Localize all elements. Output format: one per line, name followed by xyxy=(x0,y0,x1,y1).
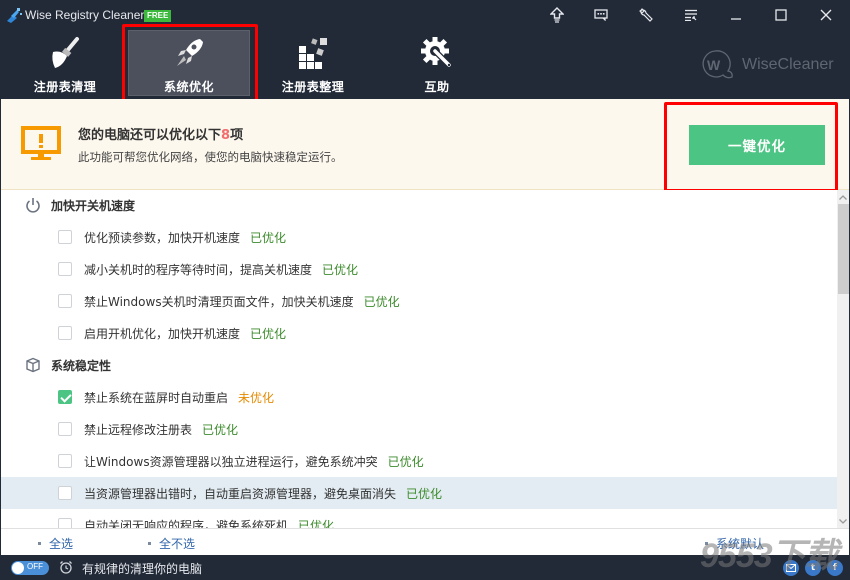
defrag-blocks-icon xyxy=(299,38,327,69)
upgrade-icon xyxy=(550,7,564,23)
list-item[interactable]: 优化预读参数，加快开机速度 已优化 xyxy=(1,221,837,253)
item-checkbox[interactable] xyxy=(58,294,72,308)
list-item[interactable]: 减小关机时的程序等待时间，提高关机速度 已优化 xyxy=(1,253,837,285)
optimization-list: 加快开关机速度 优化预读参数，加快开机速度 已优化 减小关机时的程序等待时间，提高… xyxy=(1,190,837,528)
banner-subtitle: 此功能可帮您优化网络，使您的电脑快速稳定运行。 xyxy=(78,150,343,164)
minimize-button[interactable] xyxy=(723,4,749,26)
scroll-up-button[interactable] xyxy=(837,191,849,203)
upgrade-button[interactable] xyxy=(544,4,570,26)
close-icon xyxy=(820,9,832,21)
tools-button[interactable] xyxy=(633,4,659,26)
tools-icon xyxy=(639,8,653,22)
nav-system-optimize[interactable]: 系统优化 xyxy=(128,30,250,96)
list-item[interactable]: 禁止远程修改注册表 已优化 xyxy=(1,413,837,445)
schedule-text: 有规律的清理你的电脑 xyxy=(82,562,203,576)
item-checkbox[interactable] xyxy=(58,230,72,244)
list-item[interactable]: 让Windows资源管理器以独立进程运行，避免系统冲突 已优化 xyxy=(1,445,837,477)
list-item[interactable]: 当资源管理器出错时，自动重启资源管理器，避免桌面消失 已优化 xyxy=(1,477,837,509)
status-label: 已优化 xyxy=(250,327,287,341)
nav-label: 系统优化 xyxy=(163,80,214,94)
list-scrollbar[interactable] xyxy=(837,190,849,528)
cube-icon xyxy=(26,357,40,373)
item-checkbox[interactable] xyxy=(58,262,72,276)
toggle-knob xyxy=(12,562,24,574)
schedule-toggle[interactable]: OFF xyxy=(11,561,49,575)
facebook-icon: f xyxy=(833,563,837,573)
list-item[interactable]: 禁止Windows关机时清理页面文件，加快关机速度 已优化 xyxy=(1,285,837,317)
optimize-count: 8 xyxy=(221,128,231,143)
maximize-button[interactable] xyxy=(768,4,794,26)
alarm-clock-icon xyxy=(60,561,72,574)
status-label: 已优化 xyxy=(250,231,287,245)
nav-help[interactable]: 互助 xyxy=(376,30,498,96)
power-icon xyxy=(26,198,40,213)
title-bar: Wise Registry Cleaner 9 FREE xyxy=(0,0,850,30)
banner-title: 您的电脑还可以优化以下8项 xyxy=(78,128,244,143)
one-click-optimize-button[interactable]: 一键优化 xyxy=(689,125,825,165)
status-label: 已优化 xyxy=(298,519,335,528)
list-item[interactable]: 启用开机优化，加快开机速度 已优化 xyxy=(1,317,837,349)
status-label: 已优化 xyxy=(406,487,443,501)
chevron-down-icon xyxy=(839,518,847,524)
warning-monitor-icon xyxy=(21,126,61,160)
optimize-banner: 您的电脑还可以优化以下8项 此功能可帮您优化网络，使您的电脑快速稳定运行。 一键… xyxy=(1,99,849,190)
scroll-thumb[interactable] xyxy=(838,204,849,294)
main-nav: 注册表清理 系统优化 注册表整理 互助 W WiseCleaner xyxy=(0,30,850,98)
item-checkbox[interactable] xyxy=(58,422,72,436)
nav-label: 注册表清理 xyxy=(33,80,97,94)
nav-label: 互助 xyxy=(424,80,450,94)
status-label: 已优化 xyxy=(202,423,239,437)
app-logo-icon xyxy=(7,8,22,23)
chevron-up-icon xyxy=(839,194,847,200)
bullet-icon xyxy=(705,542,708,545)
twitter-icon: t xyxy=(810,563,816,573)
wisecleaner-logo-icon: W xyxy=(702,50,733,79)
app-title: Wise Registry Cleaner 9 xyxy=(25,8,155,22)
nav-label: 注册表整理 xyxy=(281,80,345,94)
select-all-link[interactable]: 全选 xyxy=(38,535,73,552)
free-badge: FREE xyxy=(144,10,172,22)
bullet-icon xyxy=(38,542,41,545)
status-label: 已优化 xyxy=(363,295,400,309)
feedback-icon xyxy=(594,9,608,21)
status-bar: OFF 有规律的清理你的电脑 t f xyxy=(0,555,850,580)
list-item[interactable]: 自动关闭无响应的程序，避免系统死机 已优化 xyxy=(1,509,837,528)
item-checkbox[interactable] xyxy=(58,454,72,468)
restore-default-link[interactable]: 系统默认 xyxy=(705,535,764,552)
menu-icon xyxy=(685,9,697,21)
close-button[interactable] xyxy=(813,4,839,26)
item-checkbox[interactable] xyxy=(58,518,72,528)
menu-button[interactable] xyxy=(678,4,704,26)
feedback-button[interactable] xyxy=(588,4,614,26)
toggle-label: OFF xyxy=(27,562,43,571)
svg-text:W: W xyxy=(707,57,721,73)
nav-registry-defrag[interactable]: 注册表整理 xyxy=(252,30,374,96)
brand-text: WiseCleaner xyxy=(742,56,834,73)
gear-wrench-icon xyxy=(421,37,452,68)
twitter-share-button[interactable]: t xyxy=(805,560,821,576)
rocket-icon xyxy=(177,39,203,66)
status-label: 已优化 xyxy=(322,263,359,277)
selection-links: 全选 全不选 系统默认 xyxy=(1,528,849,555)
item-checkbox[interactable] xyxy=(58,326,72,340)
maximize-icon xyxy=(775,9,787,21)
email-share-button[interactable] xyxy=(783,560,799,576)
wisecleaner-brand[interactable]: W WiseCleaner xyxy=(701,50,834,80)
select-none-link[interactable]: 全不选 xyxy=(148,535,195,552)
status-label: 未优化 xyxy=(238,391,275,405)
broom-icon xyxy=(52,37,79,68)
item-checkbox[interactable] xyxy=(58,486,72,500)
list-item[interactable]: 禁止系统在蓝屏时自动重启 未优化 xyxy=(1,381,837,413)
minimize-icon xyxy=(731,18,741,20)
facebook-share-button[interactable]: f xyxy=(827,560,843,576)
scroll-down-button[interactable] xyxy=(837,515,849,527)
nav-registry-cleaner[interactable]: 注册表清理 xyxy=(4,30,126,96)
bullet-icon xyxy=(148,542,151,545)
status-label: 已优化 xyxy=(387,455,424,469)
item-checkbox[interactable] xyxy=(58,390,72,404)
email-icon xyxy=(786,564,796,572)
